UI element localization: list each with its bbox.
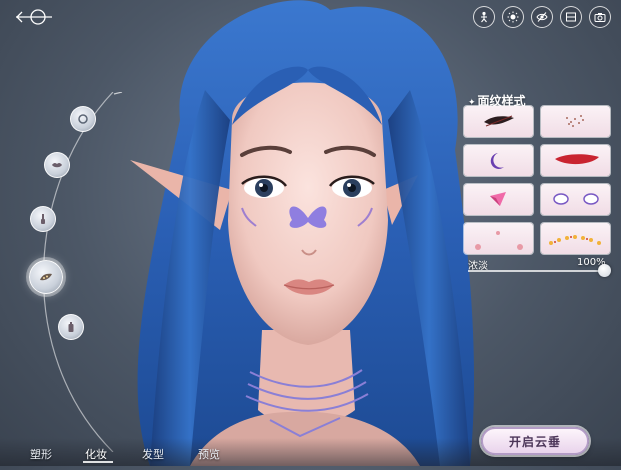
- pose-icon[interactable]: [473, 6, 495, 28]
- lighting-icon[interactable]: [502, 6, 524, 28]
- pattern-feather-ink[interactable]: [464, 106, 533, 137]
- back-icon: [16, 9, 52, 25]
- bottle-icon[interactable]: [58, 314, 84, 340]
- intensity-slider[interactable]: [468, 264, 611, 277]
- compare-icon[interactable]: [560, 6, 582, 28]
- tab-preview[interactable]: 预览: [198, 446, 220, 462]
- camera-icon[interactable]: [589, 6, 611, 28]
- start-button[interactable]: 开启云垂: [481, 427, 589, 455]
- tab-shaping[interactable]: 塑形: [30, 446, 52, 462]
- face-pattern-icon[interactable]: [29, 260, 63, 294]
- tab-makeup[interactable]: 化妆: [85, 446, 107, 462]
- pattern-blush-dots[interactable]: [464, 223, 533, 254]
- pattern-moon[interactable]: [464, 145, 533, 176]
- pattern-eye-marks[interactable]: [541, 184, 610, 215]
- tab-hairstyle[interactable]: 发型: [142, 446, 164, 462]
- pattern-flower-chain[interactable]: [541, 223, 610, 254]
- pattern-freckles[interactable]: [541, 106, 610, 137]
- intensity-slider-knob[interactable]: [597, 264, 611, 277]
- pattern-pink-origami[interactable]: [464, 184, 533, 215]
- eye-icon[interactable]: [531, 6, 553, 28]
- face-shape-icon[interactable]: [70, 106, 96, 132]
- back-button[interactable]: [14, 6, 54, 28]
- pattern-red-stroke[interactable]: [541, 145, 610, 176]
- lip-icon[interactable]: [44, 152, 70, 178]
- tab-makeup-underline: [83, 461, 113, 463]
- brush-icon[interactable]: [30, 206, 56, 232]
- makeup-category-arc: [18, 92, 128, 452]
